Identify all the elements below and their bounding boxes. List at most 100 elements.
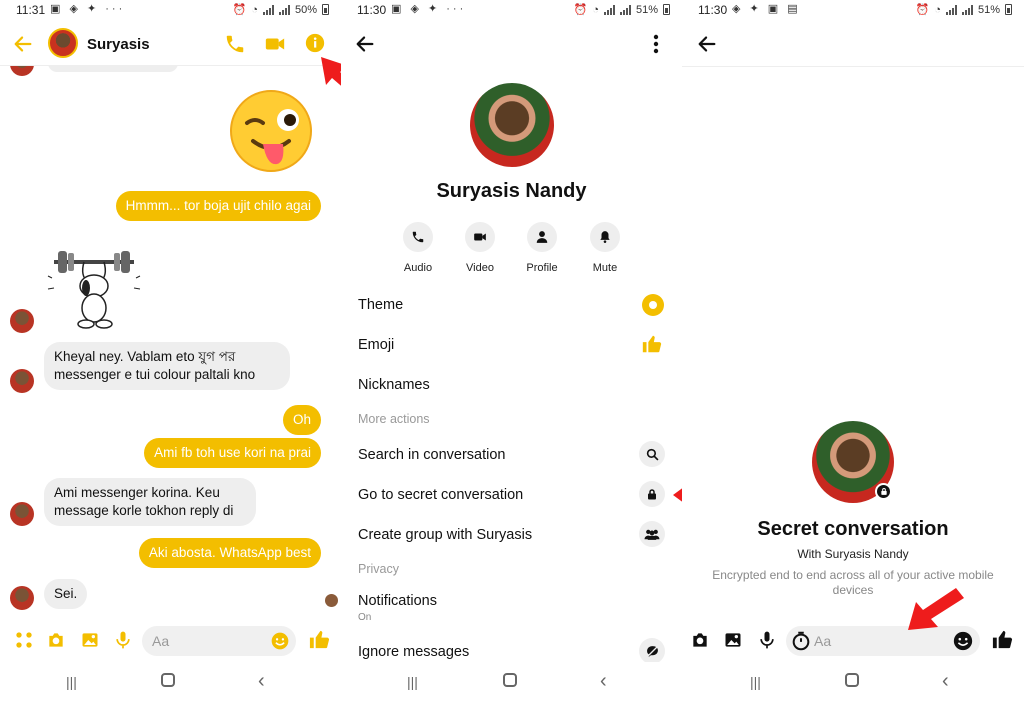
message-text-line: Ami messenger korina. Keu xyxy=(54,485,220,500)
back-arrow-icon[interactable] xyxy=(696,33,718,55)
ignore-icon[interactable] xyxy=(639,638,665,664)
header-divider xyxy=(682,66,1024,67)
back-nav-icon[interactable]: ‹ xyxy=(942,670,949,693)
lock-icon[interactable] xyxy=(639,481,665,507)
emoji-icon[interactable] xyxy=(270,631,290,651)
camera-icon[interactable] xyxy=(690,630,710,650)
menu-dots-icon[interactable] xyxy=(14,630,34,650)
video-call-action[interactable]: Video xyxy=(455,222,505,274)
message-text-line: Kheyal ney. Vablam eto যুগ পর xyxy=(54,349,236,364)
search-icon[interactable] xyxy=(639,441,665,467)
gallery-icon[interactable] xyxy=(80,630,100,650)
profile-action[interactable]: Profile xyxy=(517,222,567,274)
back-nav-icon[interactable]: ‹ xyxy=(258,670,265,693)
thumbs-up-icon[interactable] xyxy=(641,333,663,355)
emoji-row[interactable]: Emoji xyxy=(358,337,394,353)
status-time: 11:31 xyxy=(16,3,46,17)
pointer-arrow xyxy=(321,57,341,86)
avatar xyxy=(10,502,34,526)
more-options-icon[interactable] xyxy=(646,33,666,55)
profile-photo[interactable] xyxy=(470,83,554,167)
notification-icons: ▣ ◈ ✦ ··· xyxy=(50,3,126,15)
read-receipt-avatar xyxy=(325,594,338,607)
phone-icon xyxy=(403,222,433,252)
message-bubble-out[interactable]: Oh xyxy=(282,405,321,435)
message-bubble-in[interactable]: Kheyal ney. Vablam eto যুগ পর messenger … xyxy=(44,342,290,390)
message-bubble-out[interactable]: Ami fb toh use kori na prai xyxy=(144,438,321,468)
recent-apps-icon[interactable]: ||| xyxy=(750,674,761,690)
signal-icon-2 xyxy=(278,4,290,15)
back-nav-icon[interactable]: ‹ xyxy=(600,670,607,693)
recent-apps-icon[interactable]: ||| xyxy=(407,674,418,690)
message-input-placeholder: Aa xyxy=(152,633,170,649)
home-icon[interactable] xyxy=(161,673,175,687)
avatar[interactable] xyxy=(48,28,78,58)
message-bubble-out[interactable]: Hmmm... tor boja ujit chilo agai xyxy=(115,191,321,221)
gallery-icon[interactable] xyxy=(723,630,743,650)
secret-conversation-row[interactable]: Go to secret conversation xyxy=(358,487,523,503)
message-bubble-in[interactable]: Sei. xyxy=(44,579,88,609)
alarm-icon: ⏰ xyxy=(573,4,588,16)
nicknames-row[interactable]: Nicknames xyxy=(358,377,430,393)
audio-call-action[interactable]: Audio xyxy=(393,222,443,274)
status-right: ⏰ ◔ 51% xyxy=(574,3,670,16)
status-bar: 11:31 ▣ ◈ ✦ ··· ⏰ ◔ 50% xyxy=(0,0,341,22)
phone-icon[interactable] xyxy=(224,33,246,55)
thumbs-up-icon[interactable] xyxy=(308,628,331,651)
secret-conversation-with: With Suryasis Nandy xyxy=(797,547,909,561)
avatar xyxy=(10,309,34,333)
home-icon[interactable] xyxy=(503,673,517,687)
avatar xyxy=(10,369,34,393)
battery-percent: 50% xyxy=(294,3,317,16)
microphone-icon[interactable] xyxy=(757,630,777,650)
notifications-state: On xyxy=(358,612,372,623)
theme-row[interactable]: Theme xyxy=(358,297,403,313)
status-bar: 11:30 ◈ ✦ ▣ ▤ ⏰ ◔ 51% xyxy=(682,0,1024,22)
snoopy-weightlifting-sticker[interactable] xyxy=(46,248,142,330)
thumbs-up-icon[interactable] xyxy=(991,628,1014,651)
info-header xyxy=(341,22,682,66)
battery-percent: 51% xyxy=(635,3,658,16)
message-composer: Aa xyxy=(0,620,341,660)
video-camera-icon[interactable] xyxy=(263,33,287,55)
theme-color-icon[interactable] xyxy=(641,293,665,317)
recent-apps-icon[interactable]: ||| xyxy=(66,674,77,690)
wifi-icon: ◔ xyxy=(934,3,941,16)
system-nav-bar: ||| ‹ xyxy=(341,662,682,702)
search-in-conversation-row[interactable]: Search in conversation xyxy=(358,447,506,463)
privacy-heading: Privacy xyxy=(358,562,399,576)
group-icon[interactable] xyxy=(639,521,665,547)
message-bubble-out[interactable]: Aki abosta. WhatsApp best xyxy=(138,538,321,568)
secret-conversation-title: Secret conversation xyxy=(757,518,949,540)
system-nav-bar: ||| ‹ xyxy=(682,662,1024,702)
partial-message xyxy=(48,66,178,72)
info-icon[interactable] xyxy=(304,32,326,54)
back-arrow-icon[interactable] xyxy=(12,33,34,55)
timer-icon[interactable] xyxy=(790,630,812,652)
video-camera-icon xyxy=(465,222,495,252)
contact-name[interactable]: Suryasis xyxy=(87,36,150,53)
notifications-row[interactable]: Notifications xyxy=(358,593,437,609)
message-list: Hmmm... tor boja ujit chilo agai Kheyal … xyxy=(0,66,341,620)
alarm-icon: ⏰ xyxy=(232,4,247,16)
message-bubble-in[interactable]: Ami messenger korina. Keu message korle … xyxy=(44,478,256,526)
winking-emoji-sticker[interactable] xyxy=(229,89,313,173)
microphone-icon[interactable] xyxy=(113,630,133,650)
message-input[interactable]: Aa xyxy=(142,626,296,656)
camera-icon[interactable] xyxy=(46,630,66,650)
chat-header: Suryasis xyxy=(0,22,341,66)
pointer-arrow xyxy=(673,488,682,502)
message-composer: Aa xyxy=(682,620,1024,660)
create-group-row[interactable]: Create group with Suryasis xyxy=(358,527,532,543)
signal-icon xyxy=(262,4,274,15)
signal-icon-2 xyxy=(961,4,973,15)
notification-icons: ▣ ◈ ✦ ··· xyxy=(391,3,467,15)
message-text-line: message korle tokhon reply di xyxy=(54,503,234,518)
ignore-messages-row[interactable]: Ignore messages xyxy=(358,644,469,660)
signal-icon xyxy=(945,4,957,15)
notification-icons: ◈ ✦ ▣ ▤ xyxy=(732,3,801,15)
back-arrow-icon[interactable] xyxy=(354,33,376,55)
home-icon[interactable] xyxy=(845,673,859,687)
action-label: Profile xyxy=(526,262,558,274)
mute-action[interactable]: Mute xyxy=(580,222,630,274)
